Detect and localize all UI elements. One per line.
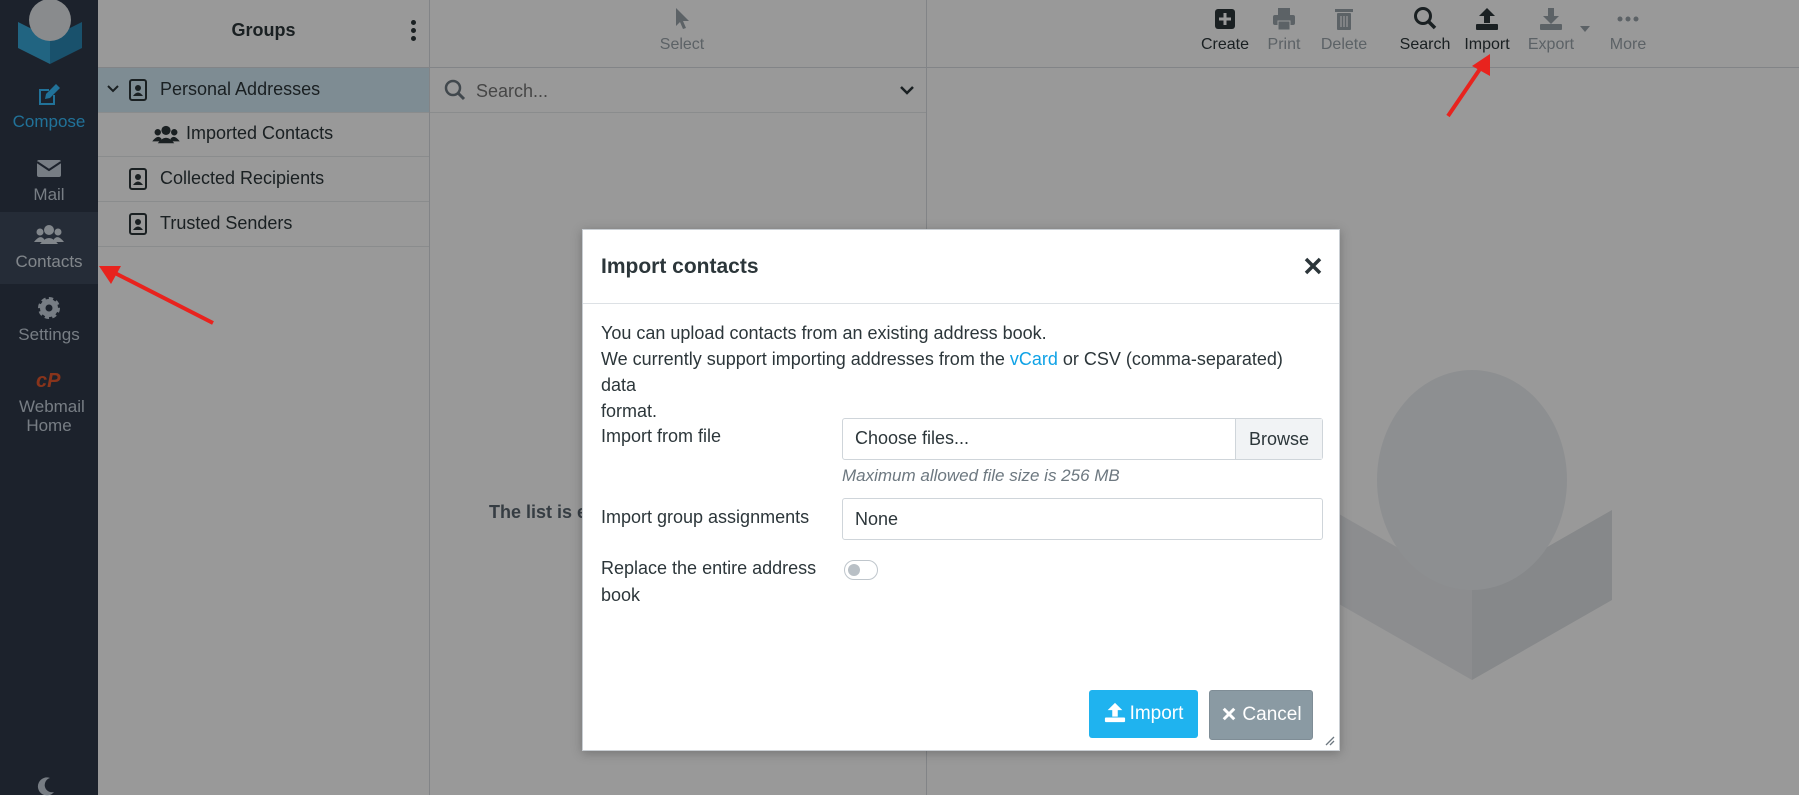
cancel-button[interactable]: Cancel (1209, 690, 1313, 740)
import-contacts-dialog: Import contacts You can upload contacts … (582, 229, 1340, 751)
file-input-text: Choose files... (855, 428, 970, 448)
group-assignments-select[interactable]: None (842, 498, 1323, 540)
dialog-header: Import contacts (583, 230, 1339, 304)
replace-address-book-label: Replace the entire address book (601, 555, 821, 609)
close-icon (1223, 707, 1236, 721)
import-button-label: Import (1129, 703, 1184, 724)
cancel-button-label: Cancel (1242, 704, 1302, 725)
import-button[interactable]: Import (1089, 690, 1198, 738)
browse-button[interactable]: Browse (1235, 419, 1322, 459)
resize-handle-icon[interactable] (1323, 734, 1335, 746)
file-size-hint: Maximum allowed file size is 256 MB (842, 466, 1120, 485)
dialog-description: You can upload contacts from an existing… (601, 320, 1321, 424)
vcard-link[interactable]: vCard (1010, 349, 1058, 369)
replace-address-book-toggle[interactable] (844, 560, 878, 580)
file-input[interactable]: Choose files... Browse (842, 418, 1323, 460)
description-text: We currently support importing addresses… (601, 349, 1010, 369)
import-group-assignments-label: Import group assignments (601, 507, 810, 527)
upload-icon (1104, 702, 1125, 723)
annotation-arrow-contacts (99, 266, 214, 325)
import-from-file-label: Import from file (601, 426, 722, 446)
annotation-arrow-import (1446, 54, 1490, 118)
description-line-2: We currently support importing addresses… (601, 346, 1321, 398)
replace-label-line-1: Replace the entire address (601, 558, 817, 578)
dialog-title: Import contacts (601, 255, 759, 278)
replace-label-line-2: book (601, 585, 641, 605)
group-assignments-value: None (855, 509, 899, 529)
description-line-1: You can upload contacts from an existing… (601, 323, 1047, 343)
close-icon[interactable] (1301, 254, 1325, 278)
